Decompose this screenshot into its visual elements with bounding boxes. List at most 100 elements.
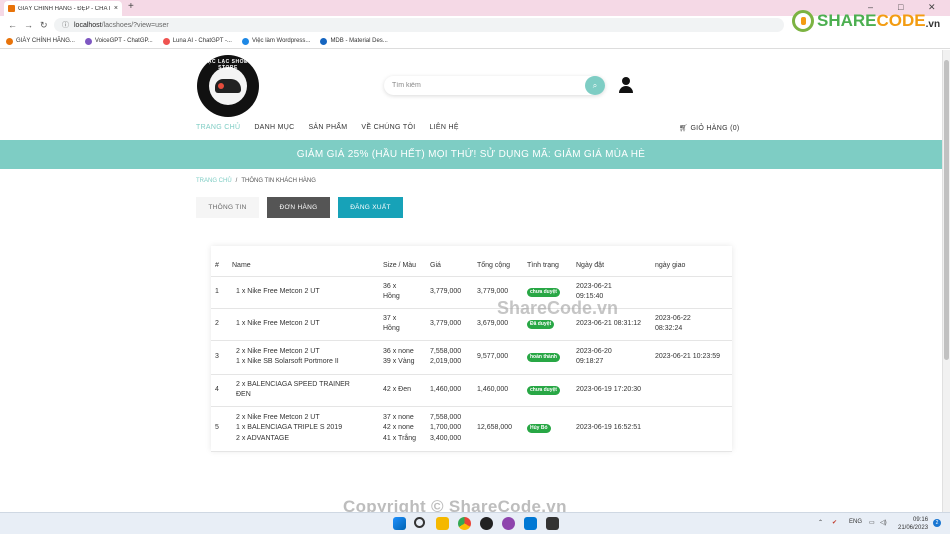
- vscode-icon[interactable]: [524, 517, 537, 530]
- logo-vn-text: .vn: [925, 18, 941, 30]
- cell-name-line: 1 x Nike Free Metcon 2 UT: [236, 319, 320, 327]
- cell-delivery-date: 2023-06-21 10:23:59: [651, 340, 732, 375]
- bookmark-item[interactable]: Việc làm Wordpress...: [241, 37, 311, 45]
- cell-price-line: 2,019,000: [430, 358, 462, 365]
- promo-banner: GIẢM GIÁ 25% (HẦU HẾT) MỌI THỨ! SỬ DỤNG …: [0, 140, 942, 169]
- volume-icon[interactable]: ◁): [880, 519, 887, 526]
- page-scrollbar[interactable]: [942, 50, 950, 512]
- cell-price-line: 3,400,000: [430, 434, 462, 442]
- breadcrumb-current: THÔNG TIN KHÁCH HÀNG: [241, 178, 316, 184]
- bookmark-label: Việc làm Wordpress...: [251, 38, 311, 44]
- search-box: ⌕: [384, 76, 605, 95]
- cell-order-date: 2023-06-19 16:52:51: [572, 406, 651, 452]
- app-icon-2[interactable]: [502, 517, 515, 530]
- cell-size: 36 x none 39 x Vàng: [379, 340, 426, 375]
- cell-price: 7,558,000 1,700,000 3,400,000: [426, 406, 473, 452]
- search-button[interactable]: ⌕: [585, 76, 605, 95]
- sneaker-icon: [215, 79, 241, 93]
- tab-close-icon[interactable]: ×: [114, 5, 118, 12]
- cell-size: 36 x Hồng: [379, 276, 426, 309]
- nav-contact[interactable]: LIÊN HỆ: [429, 124, 458, 131]
- cell-size-line: 42 x none: [383, 424, 414, 432]
- windows-start-icon[interactable]: [393, 517, 406, 530]
- cell-order-date-line: 2023-06-21 08:31:12: [576, 319, 641, 327]
- logout-button[interactable]: ĐĂNG XUẤT: [338, 197, 403, 218]
- cell-size-line: 36 x: [383, 282, 397, 290]
- bookmark-item[interactable]: MDB - Material Des...: [320, 37, 388, 45]
- url-host: localhost: [74, 21, 102, 29]
- cell-price-line: 3,779,000: [430, 319, 462, 327]
- cell-delivery-date: 2023-06-22 08:32:24: [651, 308, 732, 341]
- cell-delivery-date: [651, 374, 732, 407]
- tab-orders[interactable]: ĐƠN HÀNG: [267, 197, 330, 218]
- forward-icon[interactable]: →: [24, 20, 33, 30]
- cell-name-line: 1 x Nike Free Metcon 2 UT: [236, 287, 320, 295]
- cell-delivery-date: [651, 276, 732, 309]
- bookmark-item[interactable]: Luna AI - ChatGPT -...: [162, 37, 232, 45]
- status-badge: chưa duyệt: [527, 287, 560, 297]
- logo-code-text: CODE: [876, 11, 926, 30]
- store-logo[interactable]: LẠC LẠC SHOES STORE: [197, 55, 259, 117]
- nav-products[interactable]: SẢN PHẨM: [308, 124, 347, 131]
- tray-chevron-icon[interactable]: ⌃: [818, 519, 823, 526]
- cell-price-line: 1,460,000: [430, 385, 462, 393]
- web-page: LẠC LẠC SHOES STORE ⌕ TRANG CHỦ DANH MỤC…: [0, 50, 942, 512]
- url-field[interactable]: ⓘ localhost/lacshoes/?view=user: [54, 18, 784, 32]
- reload-icon[interactable]: ↻: [40, 20, 48, 31]
- cell-size-line: 39 x Vàng: [383, 358, 415, 365]
- cell-no: 3: [211, 340, 228, 375]
- bookmarks-bar: GIÀY CHÍNH HÃNG... VoiceGPT - ChatGP... Lu…: [0, 34, 950, 49]
- search-input[interactable]: [384, 76, 574, 95]
- language-indicator[interactable]: ENG: [849, 519, 862, 525]
- nav-home[interactable]: TRANG CHỦ: [196, 124, 240, 131]
- bookmark-item[interactable]: GIÀY CHÍNH HÃNG...: [6, 37, 75, 45]
- table-row: 5 2 x Nike Free Metcon 2 UT 1 x BALENCIAGA…: [211, 406, 732, 452]
- notification-badge-icon[interactable]: 2: [933, 519, 941, 527]
- cell-order-date-line: 2023-06-21: [576, 282, 612, 290]
- cell-name: 1 x Nike Free Metcon 2 UT: [228, 276, 379, 309]
- cell-order-date-line: 2023-06-20: [576, 347, 612, 355]
- app-icon[interactable]: [480, 517, 493, 530]
- new-tab-button[interactable]: +: [128, 1, 134, 12]
- orders-table: # Name Size / Màu Giá Tổng cộng Tình trạ…: [211, 246, 732, 452]
- cell-order-date: 2023-06-20 09:18:27: [572, 340, 651, 375]
- terminal-icon[interactable]: [546, 517, 559, 530]
- cell-total: 12,658,000: [473, 406, 523, 452]
- cell-name: 2 x Nike Free Metcon 2 UT 1 x Nike SB Sol…: [228, 340, 379, 375]
- network-icon[interactable]: ▭: [869, 519, 875, 526]
- search-icon: ⌕: [592, 80, 598, 90]
- cell-size: 42 x Đen: [379, 374, 426, 407]
- cell-no: 4: [211, 374, 228, 407]
- back-icon[interactable]: ←: [8, 20, 17, 30]
- site-favicon-icon: [8, 5, 15, 12]
- status-badge: hoàn thành: [527, 352, 560, 362]
- chrome-icon[interactable]: [458, 517, 471, 530]
- tray-app-icon[interactable]: ✔: [832, 519, 837, 526]
- cart-link[interactable]: 🛒︎ GIỎ HÀNG (0): [679, 124, 740, 132]
- nav-category[interactable]: DANH MỤC: [254, 124, 294, 131]
- cell-no: 2: [211, 308, 228, 341]
- breadcrumb: TRANG CHỦ / THÔNG TIN KHÁCH HÀNG: [196, 178, 316, 184]
- taskbar-search-icon[interactable]: [414, 517, 425, 528]
- site-info-icon[interactable]: ⓘ: [62, 20, 69, 30]
- bookmark-label: GIÀY CHÍNH HÃNG...: [16, 38, 75, 44]
- cell-name-line: 1 x BALENCIAGA TRIPLE S 2019: [236, 424, 343, 432]
- bookmark-favicon-icon: [6, 37, 13, 45]
- cell-order-date-line: 2023-06-19 17:20:30: [576, 385, 641, 393]
- nav-about[interactable]: VỀ CHÚNG TÔI: [361, 124, 415, 131]
- cell-name-line: ĐEN: [236, 391, 251, 398]
- table-header-row: # Name Size / Màu Giá Tổng cộng Tình trạ…: [211, 246, 732, 277]
- browser-tab[interactable]: GIÀY CHÍNH HÃNG - ĐẸP - CHẤT ×: [4, 1, 122, 16]
- windows-taskbar: ⌃ ✔ ENG ▭ ◁) 09:16 21/06/2023 2: [0, 512, 950, 534]
- scrollbar-thumb[interactable]: [944, 60, 949, 360]
- tab-info[interactable]: THÔNG TIN: [196, 197, 259, 218]
- sharecode-logo: SHARE CODE .vn: [792, 10, 940, 32]
- file-explorer-icon[interactable]: [436, 517, 449, 530]
- status-badge: Hủy Bỏ: [527, 424, 551, 434]
- cell-no: 5: [211, 406, 228, 452]
- bookmark-item[interactable]: VoiceGPT - ChatGP...: [84, 37, 153, 45]
- breadcrumb-home[interactable]: TRANG CHỦ: [196, 178, 232, 184]
- taskbar-clock[interactable]: 09:16 21/06/2023: [898, 516, 928, 532]
- table-row: 2 1 x Nike Free Metcon 2 UT 37 x Hồng 3,779,…: [211, 308, 732, 341]
- user-account-icon[interactable]: [619, 77, 633, 93]
